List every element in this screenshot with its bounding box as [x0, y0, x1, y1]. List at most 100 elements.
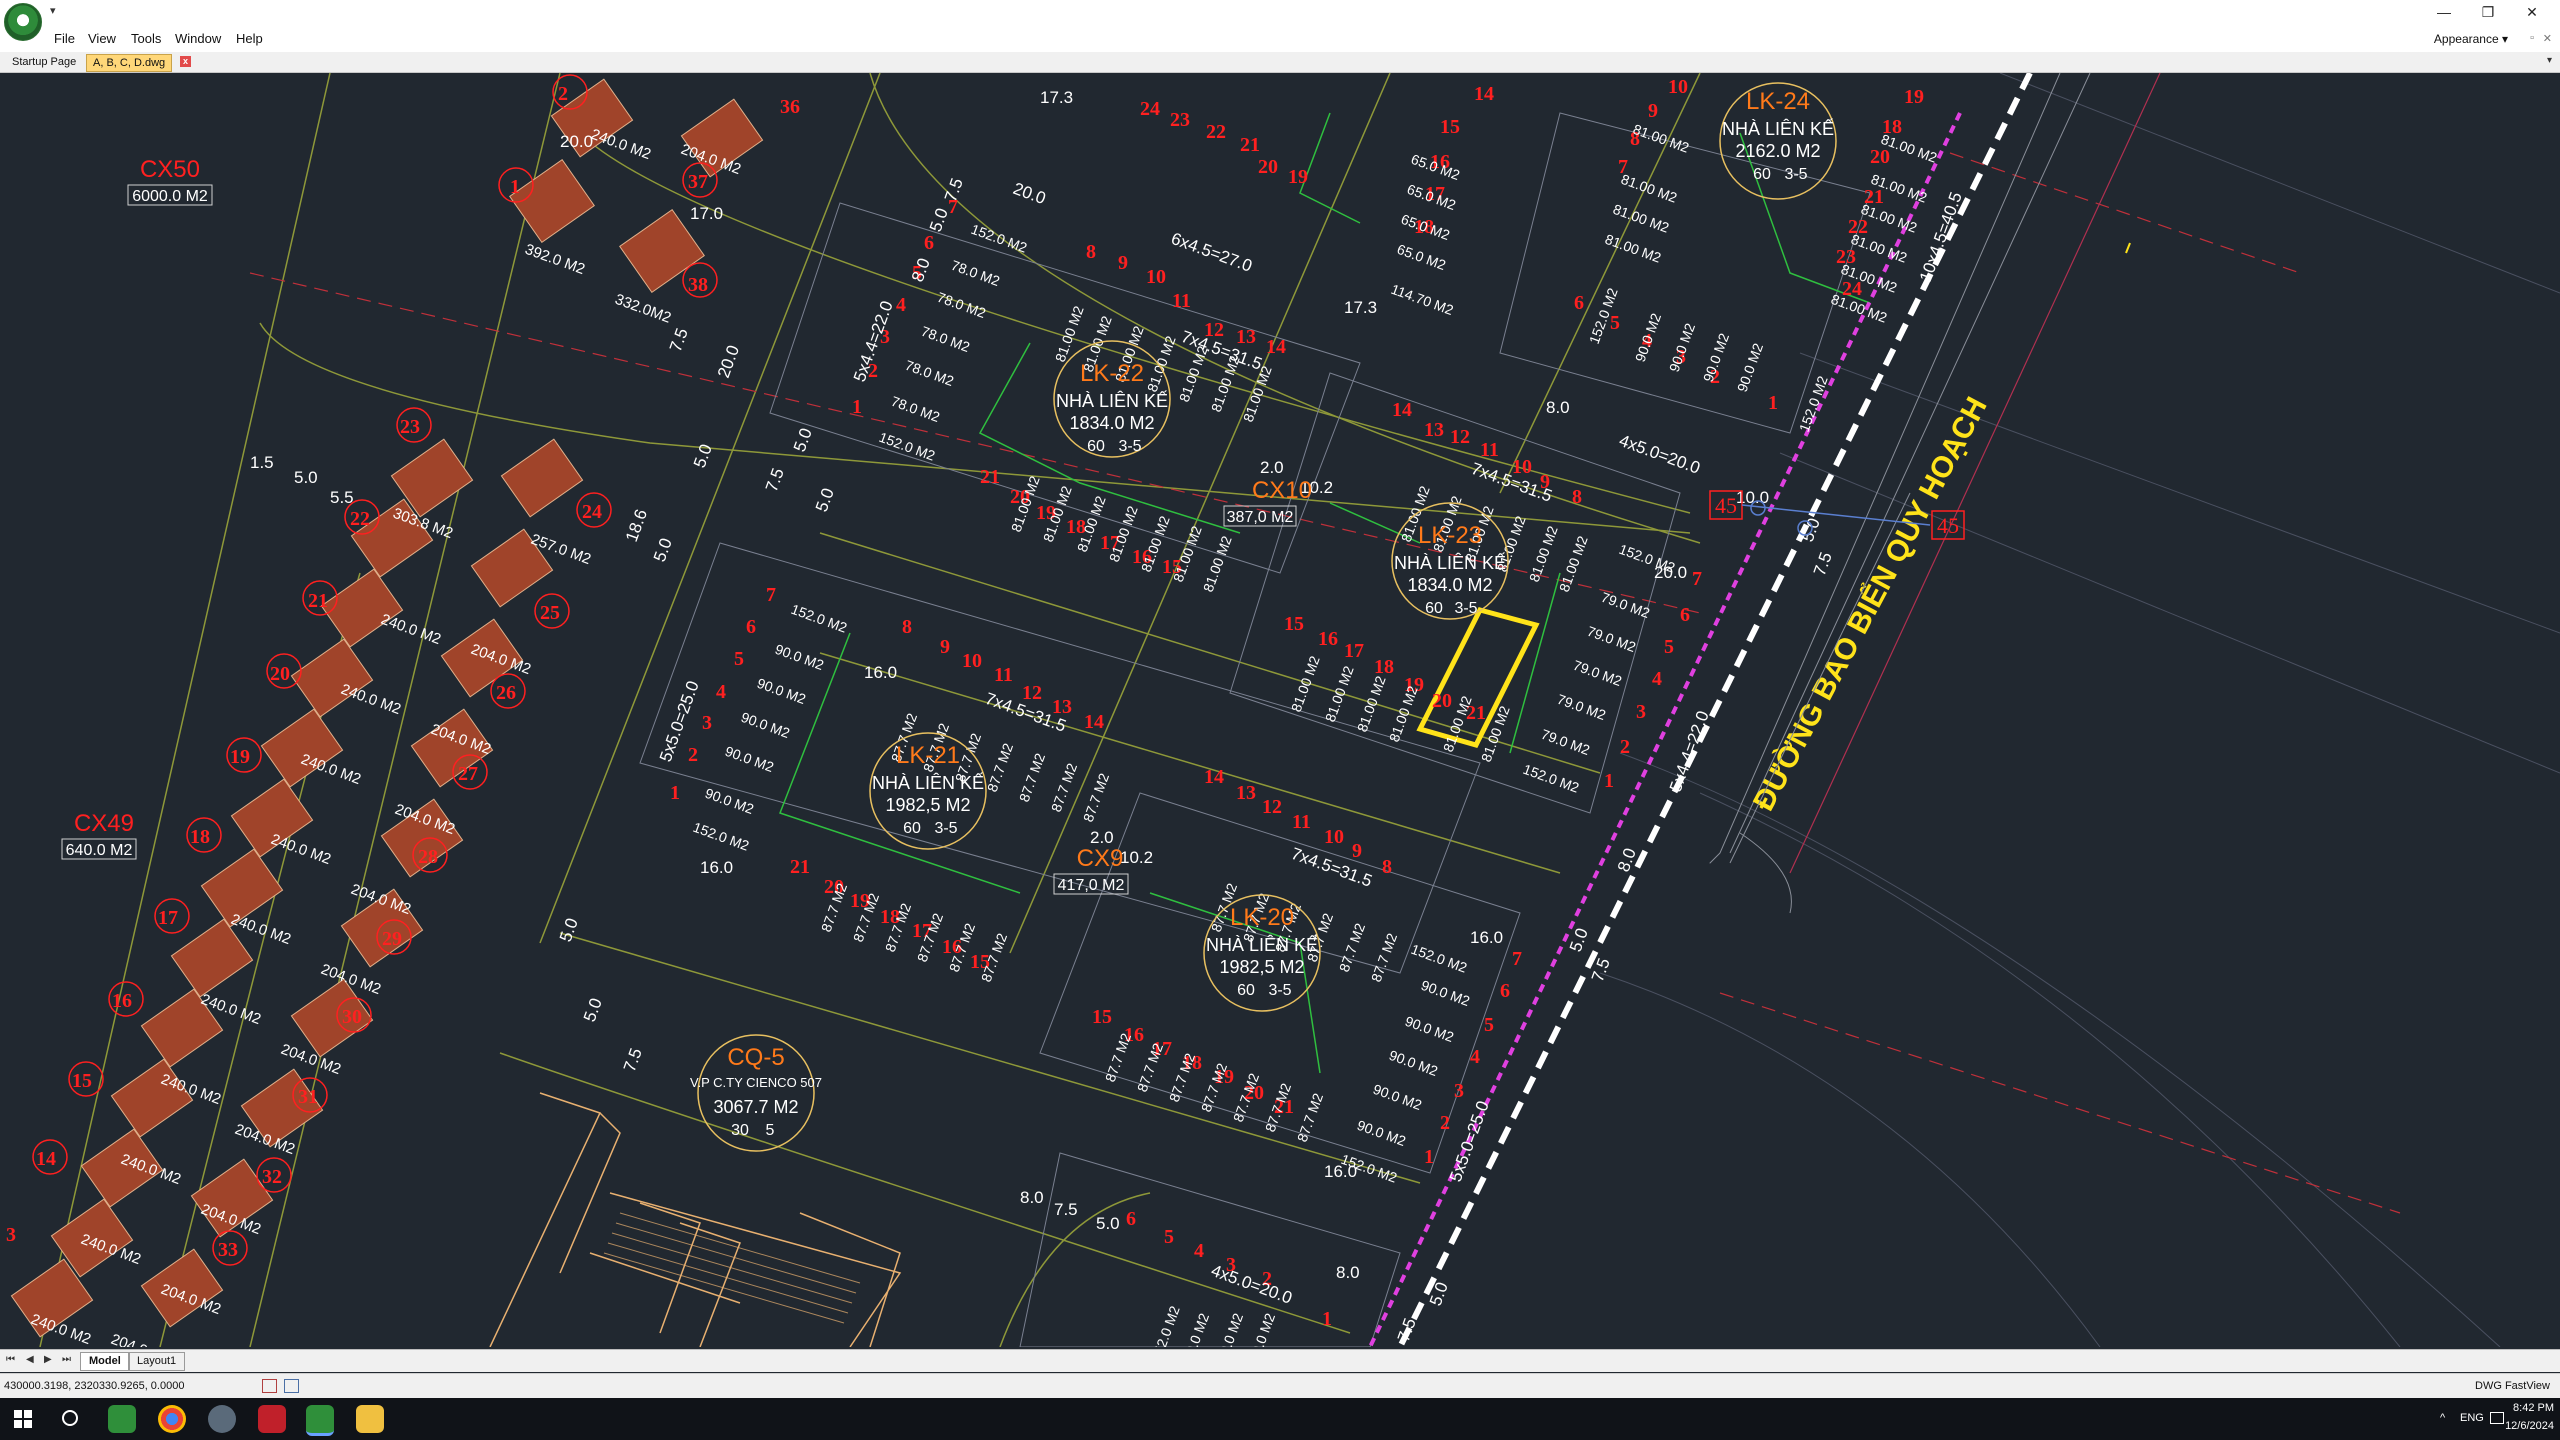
- next-layout-icon[interactable]: ▶: [44, 1354, 52, 1365]
- svg-text:29: 29: [382, 928, 402, 950]
- app-icon[interactable]: [108, 1405, 136, 1433]
- snap-icon[interactable]: [262, 1379, 277, 1393]
- app-logo-icon[interactable]: [4, 3, 42, 41]
- lot-area: 1982,5 M2: [885, 795, 970, 815]
- svg-text:7.5: 7.5: [666, 326, 692, 355]
- green-area-cx10[interactable]: CX10 387,0 M2: [1223, 477, 1312, 527]
- green-area-code: CX9: [1077, 845, 1124, 872]
- svg-text:240.0 M2: 240.0 M2: [339, 681, 404, 718]
- restore-button[interactable]: ❐: [2468, 2, 2508, 22]
- svg-text:87.7 M2: 87.7 M2: [1294, 1091, 1326, 1144]
- lot-type: NHÀ LIÊN KẾ: [872, 772, 984, 793]
- tab-startup-page[interactable]: Startup Page: [6, 54, 82, 70]
- svg-text:5.0: 5.0: [1566, 926, 1592, 955]
- svg-text:81.00 M2: 81.00 M2: [1611, 201, 1672, 236]
- svg-text:22: 22: [350, 508, 370, 530]
- minimize-button[interactable]: —: [2424, 2, 2464, 22]
- layout-tab-bar: ⏮ ◀ ▶ ⏭ Model Layout1: [0, 1349, 2560, 1372]
- green-area-cx9[interactable]: CX9 417,0 M2: [1053, 845, 1129, 895]
- svg-text:20: 20: [1870, 146, 1890, 168]
- svg-text:21: 21: [1240, 134, 1260, 156]
- svg-text:79.0 M2: 79.0 M2: [1599, 589, 1652, 621]
- svg-text:37: 37: [688, 171, 708, 193]
- svg-text:90.0 M2: 90.0 M2: [1246, 1311, 1278, 1347]
- close-button[interactable]: ✕: [2512, 2, 2552, 22]
- clock-date[interactable]: 12/6/2024: [2494, 1420, 2554, 1432]
- lot-lk-21[interactable]: LK-21 NHÀ LIÊN KẾ 1982,5 M2 60 3-5: [869, 732, 987, 850]
- svg-text:11: 11: [1480, 439, 1499, 461]
- svg-text:19: 19: [230, 746, 250, 768]
- lot-lk-20[interactable]: LK-20 NHÀ LIÊN KẾ 1982,5 M2 60 3-5: [1203, 894, 1321, 1012]
- last-layout-icon[interactable]: ⏭: [62, 1354, 71, 1365]
- menu-tools[interactable]: Tools: [131, 31, 161, 46]
- quick-access-arrow[interactable]: ▾: [50, 4, 56, 17]
- tab-list-chevron-down-icon[interactable]: ▾: [2547, 55, 2552, 66]
- menu-window[interactable]: Window: [175, 31, 221, 46]
- lot-area: 2162.0 M2: [1735, 141, 1820, 161]
- svg-text:10: 10: [1146, 266, 1166, 288]
- svg-text:79.0 M2: 79.0 M2: [1539, 726, 1592, 758]
- menu-help[interactable]: Help: [236, 31, 263, 46]
- svg-text:2: 2: [1440, 1112, 1450, 1134]
- file-explorer-icon[interactable]: [356, 1405, 384, 1433]
- chrome-icon[interactable]: [158, 1405, 186, 1433]
- svg-text:1: 1: [670, 782, 680, 804]
- svg-text:38: 38: [688, 274, 708, 296]
- lot-cq-5[interactable]: CQ-5 V.P C.TY CIENCO 507 3067.7 M2 30 5: [690, 1034, 822, 1152]
- lot-floors: 3-5: [934, 820, 957, 837]
- tab-drawing[interactable]: A, B, C, D.dwg: [86, 54, 173, 72]
- svg-text:1: 1: [510, 176, 520, 198]
- lot-area: 1834.0 M2: [1407, 575, 1492, 595]
- search-icon[interactable]: [62, 1410, 78, 1426]
- language-indicator[interactable]: ENG: [2460, 1412, 2484, 1424]
- svg-text:6x4.5=27.0: 6x4.5=27.0: [1169, 229, 1255, 276]
- svg-text:78.0 M2: 78.0 M2: [903, 357, 956, 389]
- doc-restore-button[interactable]: ▫: [2530, 32, 2534, 44]
- svg-text:78.0 M2: 78.0 M2: [889, 393, 942, 425]
- lot-code: LK-24: [1746, 88, 1810, 115]
- tab-layout1[interactable]: Layout1: [128, 1352, 186, 1371]
- green-area-cx50[interactable]: CX50 6000.0 M2: [127, 156, 213, 206]
- svg-text:5.0: 5.0: [1798, 516, 1824, 545]
- svg-text:23: 23: [1170, 109, 1190, 131]
- svg-text:332.0M2: 332.0M2: [613, 291, 674, 327]
- clock-time[interactable]: 8:42 PM: [2500, 1402, 2554, 1414]
- svg-text:87.7 M2: 87.7 M2: [1102, 1031, 1134, 1084]
- green-area-size: 640.0 M2: [66, 842, 133, 859]
- doc-close-button[interactable]: ✕: [2543, 32, 2552, 45]
- autocad-icon[interactable]: [258, 1405, 286, 1433]
- lot-lk-22[interactable]: LK-22 NHÀ LIÊN KẾ 1834.0 M2 60 3-5: [1053, 340, 1171, 458]
- lot-lk-24[interactable]: LK-24 NHÀ LIÊN KẾ 2162.0 M2 60 3-5: [1719, 82, 1837, 200]
- prev-layout-icon[interactable]: ◀: [26, 1354, 34, 1365]
- svg-text:1: 1: [1424, 1146, 1434, 1168]
- green-area-code: CX49: [74, 810, 134, 837]
- first-layout-icon[interactable]: ⏮: [6, 1354, 15, 1365]
- svg-text:90.0 M2: 90.0 M2: [1632, 311, 1664, 364]
- dwg-fastview-icon[interactable]: [306, 1405, 334, 1436]
- grid-icon[interactable]: [284, 1379, 299, 1393]
- tray-arrow-icon[interactable]: ^: [2440, 1412, 2445, 1424]
- svg-text:81.00 M2: 81.00 M2: [1240, 364, 1275, 425]
- menu-file[interactable]: File: [54, 31, 75, 46]
- svg-text:152.0 M2: 152.0 M2: [877, 429, 938, 464]
- svg-text:81.00 M2: 81.00 M2: [1144, 334, 1179, 395]
- svg-text:12: 12: [1450, 426, 1470, 448]
- windows-start-icon[interactable]: [14, 1410, 32, 1428]
- tool-icon[interactable]: [208, 1405, 236, 1433]
- appearance-menu[interactable]: Appearance ▾: [2434, 32, 2508, 46]
- svg-text:16: 16: [112, 990, 132, 1012]
- menu-view[interactable]: View: [88, 31, 116, 46]
- tab-close-icon[interactable]: x: [180, 56, 191, 67]
- green-area-cx49[interactable]: CX49 640.0 M2: [61, 810, 137, 860]
- svg-text:81.00 M2: 81.00 M2: [1859, 201, 1920, 236]
- drawing-canvas[interactable]: 2 1 36 37 38 23 22 21 20 19 18 17 16 15 14 3 24 25 26 27…: [0, 73, 2560, 1347]
- title-bar: ▾ — ❐ ✕: [0, 0, 2560, 41]
- tab-model[interactable]: Model: [80, 1352, 130, 1371]
- svg-text:3: 3: [702, 712, 712, 734]
- svg-text:65.0 M2: 65.0 M2: [1395, 241, 1448, 273]
- svg-text:81.00 M2: 81.00 M2: [1556, 534, 1591, 595]
- road-marker-45-right[interactable]: 45: [1931, 510, 1965, 540]
- svg-text:1: 1: [1322, 1308, 1332, 1330]
- svg-text:20.0: 20.0: [714, 343, 743, 381]
- svg-text:7.5: 7.5: [1810, 550, 1836, 579]
